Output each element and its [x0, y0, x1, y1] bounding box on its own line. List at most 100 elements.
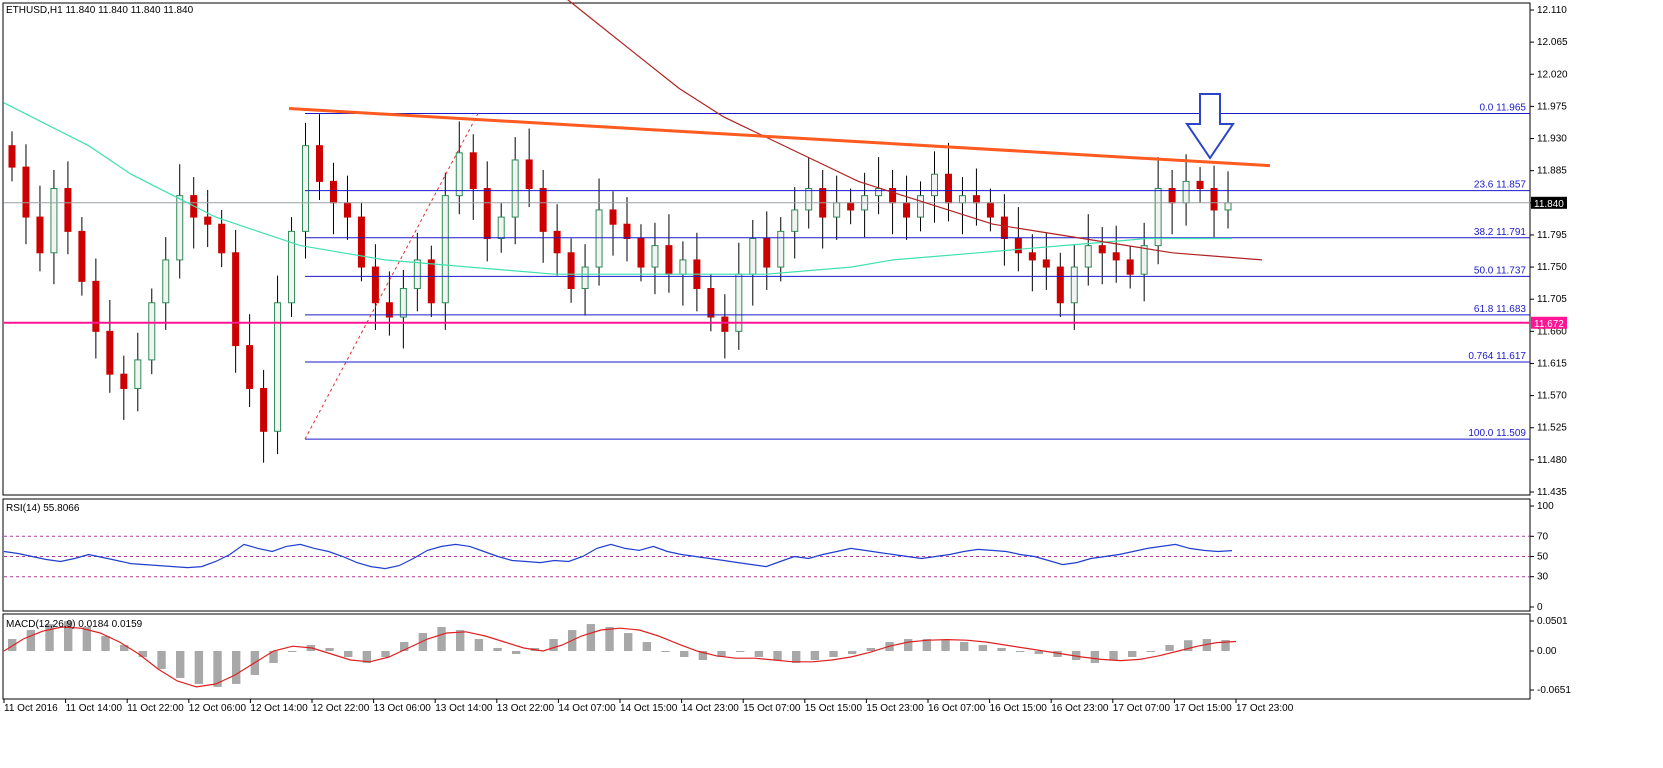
candle-body: [78, 230, 86, 282]
xtick-label: 16 Oct 07:00: [928, 703, 986, 714]
fib-level-label: 0.0 11.965: [1479, 103, 1526, 114]
candle-body: [162, 259, 170, 304]
macd-histogram-bar: [978, 645, 988, 652]
macd-histogram-bar: [512, 651, 521, 655]
macd-histogram-bar: [1090, 651, 1100, 663]
candle-body: [246, 345, 254, 389]
xtick-label: 11 Oct 22:00: [127, 703, 184, 714]
candle-body: [1084, 245, 1092, 268]
price-ytick-label: 11.435: [1537, 487, 1567, 498]
support-price-label: 11.672: [1534, 319, 1564, 330]
candle-body: [134, 359, 142, 389]
xtick-label: 12 Oct 14:00: [250, 703, 308, 714]
candle-body: [1028, 252, 1036, 261]
candle-body: [1196, 180, 1204, 190]
chart-canvas: 0.0 11.965 23.6 11.857 38.2 11.791 50.0 11.…: [0, 0, 1663, 763]
candle-body: [1182, 180, 1190, 204]
macd-histogram-bar: [474, 639, 484, 652]
macd-histogram-bar: [1165, 645, 1174, 652]
candle-body: [679, 259, 687, 275]
macd-histogram-bar: [904, 639, 913, 652]
price-ytick-label: 12.110: [1537, 5, 1567, 16]
candle-body: [316, 145, 323, 182]
candle-body: [329, 180, 337, 204]
macd-histogram-bar: [194, 651, 204, 684]
fib-level-label: 50.0 11.737: [1474, 265, 1527, 276]
macd-histogram-bar: [792, 651, 801, 663]
candle-body: [651, 245, 659, 268]
xtick-label: 14 Oct 23:00: [682, 703, 740, 714]
candle-body: [218, 223, 226, 254]
candle-body: [553, 230, 561, 254]
candle-body: [875, 188, 883, 197]
macd-ytick-label: -0.0651: [1537, 685, 1571, 696]
candle-body: [399, 287, 407, 318]
macd-histogram-bar: [586, 624, 596, 652]
macd-histogram-bar: [1146, 651, 1156, 653]
macd-histogram-bar: [8, 639, 17, 652]
macd-histogram-bar: [381, 651, 390, 657]
candle-body: [50, 188, 58, 254]
candle-body: [36, 216, 44, 254]
xtick-label: 15 Oct 15:00: [805, 703, 863, 714]
xtick-label: 13 Oct 22:00: [497, 703, 555, 714]
price-ytick-label: 11.975: [1537, 101, 1567, 112]
chart-title: ETHUSD,H1 11.840 11.840 11.840 11.840: [6, 5, 194, 16]
candle-body: [1210, 188, 1218, 211]
rsi-ytick-label: 100: [1537, 501, 1554, 512]
candle-body: [343, 202, 351, 218]
macd-histogram-bar: [810, 651, 820, 660]
candle-body: [1140, 245, 1148, 275]
candle-body: [204, 216, 212, 225]
candle-body: [1056, 266, 1064, 304]
macd-histogram-bar: [344, 651, 353, 657]
candle-body: [833, 202, 841, 218]
macd-histogram-bar: [456, 630, 465, 652]
xtick-label: 15 Oct 23:00: [866, 703, 924, 714]
macd-histogram-bar: [773, 651, 782, 660]
candle-body: [413, 259, 421, 289]
candle-body: [511, 159, 519, 218]
xtick-label: 11 Oct 14:00: [66, 703, 123, 714]
macd-histogram-bar: [997, 648, 1006, 652]
candle-body: [176, 195, 184, 261]
candle-body: [595, 209, 603, 268]
candle-body: [1042, 259, 1050, 268]
xtick-label: 17 Oct 15:00: [1174, 703, 1232, 714]
candle-body: [1014, 238, 1022, 254]
candle-body: [1224, 202, 1232, 211]
xtick-label: 14 Oct 15:00: [620, 703, 678, 714]
price-ytick-label: 11.750: [1537, 262, 1567, 273]
xtick-label: 16 Oct 23:00: [1051, 703, 1109, 714]
candle-body: [148, 302, 156, 361]
candle-body: [791, 209, 799, 232]
chart-window: 0.0 11.965 23.6 11.857 38.2 11.791 50.0 11.…: [0, 0, 1663, 763]
macd-histogram-bar: [1109, 651, 1118, 660]
current-price-label: 11.840: [1534, 199, 1564, 210]
price-ytick-label: 11.705: [1537, 294, 1567, 305]
fib-level-label: 38.2 11.791: [1474, 227, 1527, 238]
fib-level-label: 23.6 11.857: [1474, 180, 1527, 191]
candle-body: [609, 209, 617, 225]
candle-body: [917, 195, 925, 218]
macd-histogram-bar: [437, 627, 446, 652]
candle-body: [777, 230, 785, 268]
candle-body: [120, 373, 128, 389]
macd-histogram-bar: [325, 648, 334, 652]
macd-histogram-bar: [848, 651, 857, 655]
fib-level-label: 61.8 11.683: [1474, 304, 1527, 315]
macd-histogram-bar: [157, 651, 166, 669]
macd-histogram-bar: [26, 630, 36, 652]
macd-histogram-bar: [941, 640, 950, 652]
candle-body: [972, 195, 980, 204]
candle-body: [749, 238, 757, 275]
price-ytick-label: 11.930: [1537, 134, 1567, 145]
candle-body: [106, 330, 114, 375]
xtick-label: 11 Oct 2016: [4, 703, 58, 714]
xtick-label: 12 Oct 22:00: [312, 703, 370, 714]
macd-histogram-bar: [642, 642, 652, 652]
candle-body: [721, 316, 729, 332]
candle-body: [302, 145, 310, 232]
macd-histogram-bar: [605, 627, 614, 652]
price-ytick-label: 11.885: [1537, 166, 1567, 177]
